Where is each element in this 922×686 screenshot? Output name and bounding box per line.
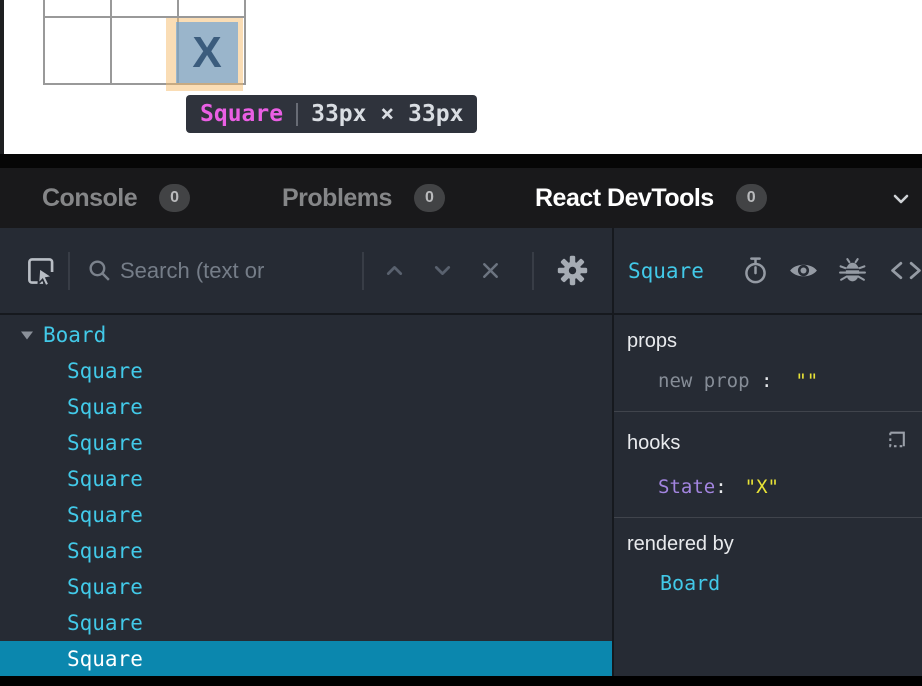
suspense-timer-icon[interactable] [740, 228, 771, 313]
hook-colon: : [715, 476, 726, 498]
tab-react-devtools-label: React DevTools [535, 184, 714, 213]
window-bottom-edge [0, 676, 922, 686]
search-clear-icon[interactable] [477, 228, 504, 313]
devtools-tabbar: Console 0 Problems 0 React DevTools 0 [0, 168, 922, 228]
settings-gear-icon[interactable] [554, 228, 591, 313]
tab-console[interactable]: Console 0 [42, 168, 190, 228]
window-left-edge [0, 0, 4, 154]
expander-triangle-icon[interactable] [20, 329, 43, 341]
tree-item-label: Board [43, 323, 106, 347]
tab-console-badge: 0 [159, 184, 190, 212]
tree-item-label: Square [67, 467, 143, 491]
tab-react-devtools[interactable]: React DevTools 0 [535, 168, 767, 228]
tree-item-label: Square [67, 611, 143, 635]
hook-state-value[interactable]: "X" [745, 476, 779, 498]
tab-problems[interactable]: Problems 0 [282, 168, 445, 228]
tab-problems-label: Problems [282, 184, 392, 213]
tree-item-square[interactable]: Square [0, 389, 612, 425]
tree-item-square[interactable]: Square [0, 569, 612, 605]
new-prop-value-input[interactable]: "" [795, 370, 818, 392]
tree-item-square[interactable]: Square [0, 461, 612, 497]
tree-item-label: Square [67, 503, 143, 527]
tooltip-component-name: Square [200, 101, 283, 127]
tree-item-square[interactable]: Square [0, 497, 612, 533]
props-section-title: props [627, 330, 677, 353]
rendered-by-title: rendered by [627, 533, 734, 555]
debug-bug-icon[interactable] [837, 228, 868, 313]
tree-item-label: Square [67, 647, 143, 671]
search-icon [86, 228, 113, 313]
hooks-section: hooks State: "X" [614, 412, 922, 518]
inspect-dom-eye-icon[interactable] [787, 228, 820, 313]
inspected-component-name: Square [628, 228, 704, 313]
tree-item-label: Square [67, 359, 143, 383]
search-next-icon[interactable] [429, 228, 456, 313]
tree-item-square[interactable]: Square [0, 353, 612, 389]
tree-item-label: Square [67, 395, 143, 419]
hooks-section-title: hooks [627, 432, 680, 455]
tree-item-square[interactable]: Square [0, 533, 612, 569]
inspected-element-toolbar: Square [614, 228, 922, 313]
tree-item-board[interactable]: Board [0, 317, 612, 353]
devtools-screen: X Square 33px × 33px Console 0 Problems … [0, 0, 922, 686]
hook-state-label[interactable]: State [658, 476, 715, 498]
tree-item-label: Square [67, 431, 143, 455]
tab-react-devtools-badge: 0 [736, 184, 767, 212]
board-cell[interactable] [112, 0, 177, 16]
component-tree: Board Square Square Square Square Square… [0, 315, 612, 676]
tree-item-label: Square [67, 539, 143, 563]
props-section: props new prop : "" [614, 315, 922, 412]
new-prop-input[interactable]: new prop [658, 370, 750, 392]
parse-hook-names-icon[interactable] [882, 427, 909, 459]
search-input[interactable] [120, 228, 350, 313]
rendered-by-section: rendered by Board [614, 518, 922, 614]
element-picker-icon[interactable] [22, 228, 60, 313]
toolbar-separator [68, 252, 70, 290]
view-source-code-icon[interactable] [888, 228, 922, 313]
tab-problems-badge: 0 [414, 184, 445, 212]
tree-item-square-selected[interactable]: Square [0, 641, 612, 677]
tree-item-label: Square [67, 575, 143, 599]
tooltip-dimensions: 33px × 33px [311, 101, 463, 127]
components-toolbar [0, 228, 612, 313]
board-cell[interactable] [45, 0, 110, 16]
rendered-by-owner-link[interactable]: Board [660, 571, 720, 595]
search-prev-icon[interactable] [381, 228, 408, 313]
toolbar-separator [532, 252, 534, 290]
inspected-element-details: props new prop : "" hooks [614, 315, 922, 676]
tab-console-label: Console [42, 184, 137, 213]
react-devtools-panel: Square [0, 228, 922, 676]
tree-item-square[interactable]: Square [0, 605, 612, 641]
prop-colon: : [750, 370, 796, 392]
page-content: X Square 33px × 33px [0, 0, 922, 154]
inspect-tooltip: Square 33px × 33px [186, 95, 477, 133]
board-cell[interactable] [179, 0, 244, 16]
page-devtools-separator [0, 154, 922, 168]
toolbar-separator [362, 252, 364, 290]
square-x-mark[interactable]: X [176, 22, 238, 83]
board-cell[interactable] [45, 18, 110, 83]
chevron-down-icon[interactable] [888, 186, 914, 217]
tooltip-divider [296, 103, 298, 126]
tree-item-square[interactable]: Square [0, 425, 612, 461]
